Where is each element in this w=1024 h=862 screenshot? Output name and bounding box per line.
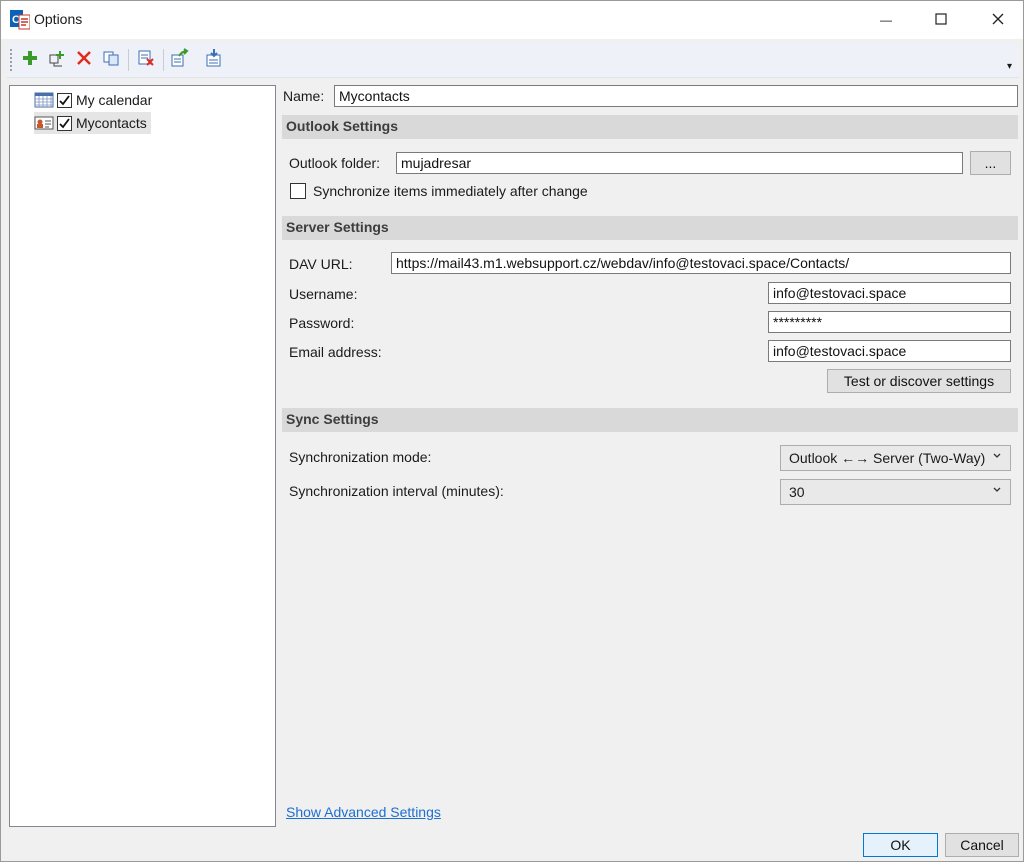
username-input[interactable]: info@testovaci.space: [768, 282, 1011, 304]
toolbar-overflow-icon[interactable]: ▾: [1007, 61, 1012, 72]
delete-icon: [75, 49, 93, 70]
sync-mode-select[interactable]: Outlook ←→ Server (Two-Way): [780, 445, 1011, 471]
close-icon: [992, 12, 1004, 28]
dav-url-label: DAV URL:: [289, 256, 353, 272]
calendar-icon: [34, 92, 54, 108]
sync-settings-header: Sync Settings: [282, 408, 1018, 432]
toolbar-grip[interactable]: [10, 49, 14, 71]
password-label: Password:: [289, 315, 355, 331]
tree-item-checkbox[interactable]: [57, 92, 72, 108]
chevron-down-icon: [992, 449, 1002, 466]
import-icon: [204, 48, 224, 71]
test-discover-settings-button[interactable]: Test or discover settings: [827, 369, 1011, 393]
section-title: Sync Settings: [286, 411, 379, 427]
password-input[interactable]: *********: [768, 311, 1011, 333]
dav-url-input[interactable]: https://mail43.m1.websupport.cz/webdav/i…: [391, 252, 1011, 274]
sync-immediately-label[interactable]: Synchronize items immediately after chan…: [313, 183, 588, 199]
sync-interval-value: 30: [789, 484, 805, 500]
app-icon: O: [10, 10, 31, 30]
minimize-button[interactable]: —: [863, 1, 909, 39]
show-advanced-settings-link[interactable]: Show Advanced Settings: [286, 804, 441, 820]
server-settings-header: Server Settings: [282, 216, 1018, 240]
clear-cache-button[interactable]: [135, 48, 157, 70]
name-label: Name:: [283, 88, 325, 104]
close-button[interactable]: [975, 1, 1021, 39]
tree-item-checkbox[interactable]: [57, 115, 72, 131]
minimize-icon: —: [880, 13, 892, 27]
sync-immediately-checkbox[interactable]: [290, 183, 306, 199]
tree-item-label: Mycontacts: [76, 115, 147, 131]
tree-item-my-calendar[interactable]: My calendar: [34, 89, 156, 111]
toolbar-separator: [128, 49, 129, 71]
options-window: O Options — ▾ My calendar Mycontacts Nam…: [0, 0, 1024, 862]
username-label: Username:: [289, 286, 358, 302]
sync-mode-label: Synchronization mode:: [289, 449, 432, 465]
maximize-button[interactable]: [918, 1, 964, 39]
toolbar-separator: [163, 49, 164, 71]
contacts-icon: [34, 115, 54, 131]
add-icon: [21, 49, 39, 70]
export-button[interactable]: [169, 47, 191, 71]
sync-interval-select[interactable]: 30: [780, 479, 1011, 505]
add-multiple-button[interactable]: [46, 48, 68, 70]
outlook-folder-input[interactable]: mujadresar: [396, 152, 963, 174]
browse-folder-button[interactable]: ...: [970, 151, 1011, 175]
maximize-icon: [935, 12, 947, 28]
email-address-input[interactable]: info@testovaci.space: [768, 340, 1011, 362]
toolbar: ▾: [7, 43, 1019, 78]
outlook-settings-header: Outlook Settings: [282, 115, 1018, 139]
clear-cache-icon: [137, 49, 155, 70]
copy-icon: [102, 49, 120, 70]
title-bar: O Options —: [1, 1, 1023, 39]
add-multiple-icon: [48, 49, 66, 70]
name-input[interactable]: Mycontacts: [334, 85, 1018, 107]
cancel-button[interactable]: Cancel: [945, 833, 1019, 857]
sync-interval-label: Synchronization interval (minutes):: [289, 483, 504, 499]
ok-button[interactable]: OK: [863, 833, 938, 857]
tree-item-mycontacts[interactable]: Mycontacts: [34, 112, 151, 134]
profile-tree[interactable]: My calendar Mycontacts: [9, 85, 276, 827]
chevron-down-icon: [992, 483, 1002, 500]
add-button[interactable]: [19, 48, 41, 70]
tree-item-label: My calendar: [76, 92, 153, 108]
export-icon: [170, 47, 190, 71]
section-title: Outlook Settings: [286, 118, 398, 134]
sync-mode-value: Outlook ←→ Server (Two-Way): [789, 450, 986, 466]
section-title: Server Settings: [286, 219, 389, 235]
email-address-label: Email address:: [289, 344, 382, 360]
window-title: Options: [34, 11, 83, 27]
delete-button[interactable]: [73, 48, 95, 70]
copy-button[interactable]: [100, 48, 122, 70]
import-button[interactable]: [203, 48, 225, 70]
outlook-folder-label: Outlook folder:: [289, 155, 381, 171]
